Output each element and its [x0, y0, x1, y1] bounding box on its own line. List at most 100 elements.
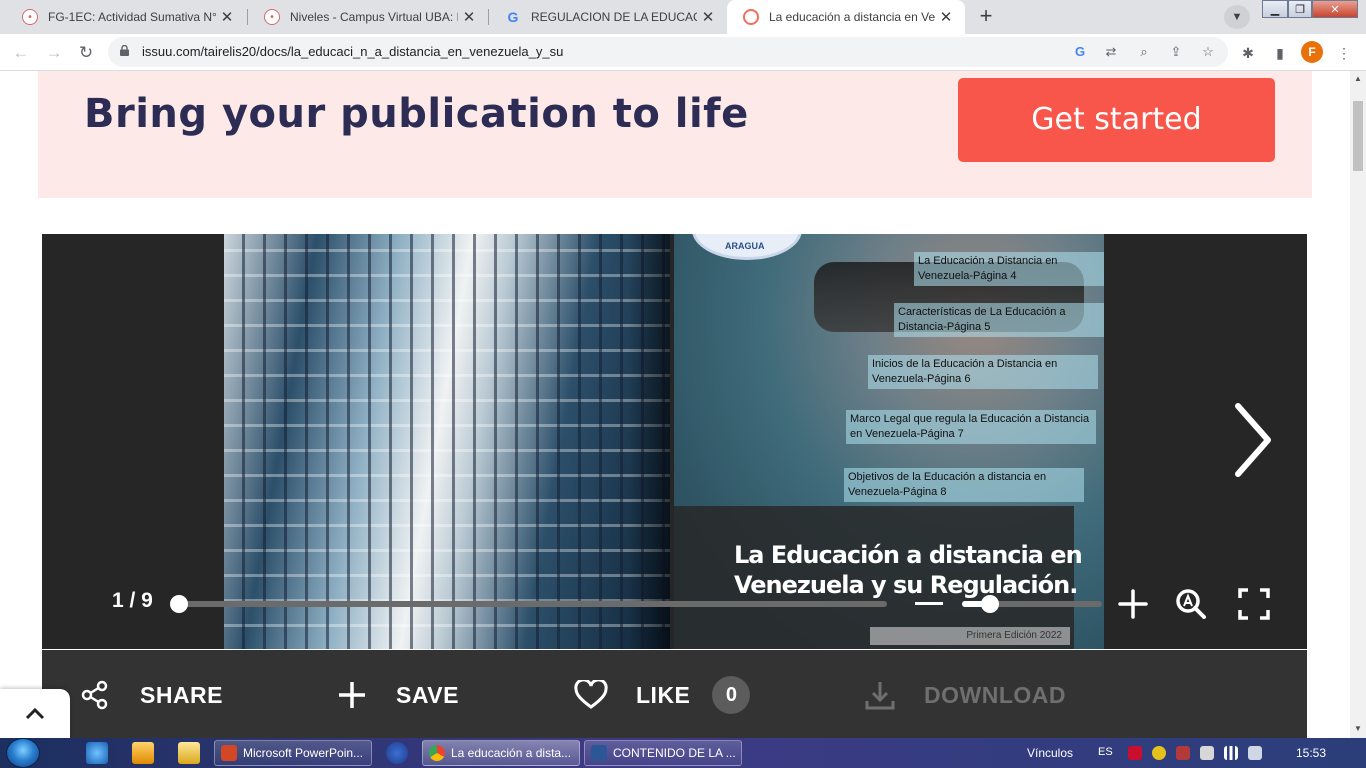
chevron-up-icon: [25, 707, 45, 720]
translate-icon[interactable]: ⇄: [1101, 43, 1121, 61]
close-window-button[interactable]: ✕: [1312, 0, 1358, 18]
zoom-slider-handle[interactable]: [981, 595, 999, 613]
window-controls: ▁ ❐ ✕: [1262, 0, 1358, 18]
forward-button[interactable]: →: [41, 40, 67, 66]
share-button[interactable]: SHARE: [80, 650, 223, 738]
start-button[interactable]: [6, 738, 40, 768]
clock[interactable]: 15:53: [1296, 746, 1326, 760]
device-tray-icon[interactable]: [1200, 746, 1214, 760]
chrome-icon: [429, 745, 445, 761]
heart-icon: [574, 680, 608, 709]
scroll-up-arrow-icon[interactable]: ▲: [1353, 74, 1363, 84]
flash-app-icon[interactable]: [386, 742, 408, 764]
toc-item[interactable]: Objetivos de la Educación a distancia en…: [844, 468, 1084, 502]
zoom-in-plus-icon[interactable]: [1116, 587, 1150, 621]
document-viewer: ARAGUA La Educación a Distancia en Venez…: [42, 234, 1307, 649]
issuu-page: Bring your publication to life Get start…: [0, 71, 1350, 738]
table-of-contents: La Educación a Distancia en Venezuela-Pá…: [674, 234, 1104, 514]
language-indicator[interactable]: ES: [1098, 746, 1113, 758]
tab-actividad-sumativa[interactable]: • FG-1EC: Actividad Sumativa N° 4| ✕: [6, 0, 246, 34]
app-tray-icon[interactable]: [1152, 746, 1166, 760]
download-icon: [865, 682, 895, 710]
ad-headline: Bring your publication to life: [84, 91, 749, 137]
new-tab-button[interactable]: +: [972, 4, 1000, 30]
toc-item[interactable]: Inicios de la Educación a Distancia en V…: [868, 355, 1098, 389]
antivirus-tray-icon[interactable]: [1128, 746, 1142, 760]
get-started-button[interactable]: Get started: [958, 78, 1275, 162]
scroll-to-top-button[interactable]: [0, 689, 70, 738]
document-action-bar: SHARE SAVE LIKE 0 DOWNLOAD: [42, 650, 1307, 738]
plus-icon: [339, 682, 365, 708]
tab-educacion-distancia[interactable]: La educación a distancia en Vene ✕: [727, 0, 965, 34]
taskbar-item-powerpoint[interactable]: Microsoft PowerPoin...: [214, 740, 372, 766]
google-lens-icon[interactable]: G: [1070, 43, 1090, 61]
lock-icon: [120, 45, 129, 56]
taskbar-item-label: CONTENIDO DE LA ...: [613, 746, 736, 760]
toc-item[interactable]: Marco Legal que regula la Educación a Di…: [846, 410, 1096, 444]
browser-menu-icon[interactable]: ⋮: [1334, 43, 1354, 63]
tab-search-button[interactable]: ▼: [1224, 5, 1250, 29]
save-button[interactable]: SAVE: [336, 650, 459, 738]
powerpoint-icon: [221, 745, 237, 761]
share-page-icon[interactable]: ⇪: [1166, 43, 1186, 61]
browser-tab-strip: • FG-1EC: Actividad Sumativa N° 4| ✕ • N…: [0, 0, 1366, 34]
tab-title: REGULACION DE LA EDUCACION: [531, 10, 697, 24]
file-explorer-icon[interactable]: [178, 742, 200, 764]
issuu-favicon-icon: [743, 9, 759, 25]
back-button[interactable]: ←: [8, 40, 34, 66]
flag-tray-icon[interactable]: [1176, 746, 1190, 760]
scroll-down-arrow-icon[interactable]: ▼: [1353, 724, 1363, 734]
browser-toolbar: ← → ↻ issuu.com/tairelis20/docs/la_educa…: [0, 34, 1366, 71]
google-favicon-icon: G: [507, 9, 519, 25]
page-indicator: 1 / 9: [112, 589, 153, 612]
uba-favicon-icon: •: [264, 9, 280, 25]
next-page-chevron-icon[interactable]: [1228, 402, 1274, 478]
download-button[interactable]: DOWNLOAD: [864, 650, 1066, 738]
fullscreen-icon[interactable]: [1237, 587, 1271, 621]
close-tab-icon[interactable]: ✕: [697, 8, 719, 26]
tab-regulacion[interactable]: G REGULACION DE LA EDUCACION ✕: [489, 0, 727, 34]
page-slider-handle[interactable]: [170, 595, 188, 613]
windows-taskbar: Microsoft PowerPoin... La educación a di…: [0, 738, 1366, 768]
tab-title: Niveles - Campus Virtual UBA: Ini: [290, 10, 458, 24]
links-toolbar-label[interactable]: Vínculos: [1027, 746, 1073, 760]
address-bar[interactable]: issuu.com/tairelis20/docs/la_educaci_n_a…: [108, 37, 1228, 67]
extensions-puzzle-icon[interactable]: ✱: [1238, 43, 1258, 63]
zoom-out-button[interactable]: [915, 602, 943, 605]
side-panel-icon[interactable]: ▮: [1270, 43, 1290, 63]
share-icon: [81, 680, 108, 710]
profile-avatar[interactable]: F: [1301, 41, 1323, 63]
internet-explorer-icon[interactable]: [86, 742, 108, 764]
page-scrollbar[interactable]: ▲ ▼: [1350, 71, 1366, 738]
close-tab-icon[interactable]: ✕: [458, 8, 480, 26]
minimize-button[interactable]: ▁: [1262, 0, 1288, 18]
bookmark-star-icon[interactable]: ☆: [1198, 43, 1218, 61]
save-label: SAVE: [396, 681, 459, 708]
url-text[interactable]: issuu.com/tairelis20/docs/la_educaci_n_a…: [142, 44, 563, 59]
toc-item[interactable]: La Educación a Distancia en Venezuela-Pá…: [914, 252, 1104, 286]
tab-campus-virtual[interactable]: • Niveles - Campus Virtual UBA: Ini ✕: [248, 0, 488, 34]
page-slider-track[interactable]: [177, 601, 887, 607]
close-tab-icon[interactable]: ✕: [935, 8, 957, 26]
reload-button[interactable]: ↻: [73, 40, 99, 66]
network-signal-icon[interactable]: [1224, 746, 1238, 760]
uba-favicon-icon: •: [22, 9, 38, 25]
ad-banner[interactable]: Bring your publication to life Get start…: [38, 71, 1312, 198]
share-label: SHARE: [140, 681, 224, 708]
close-tab-icon[interactable]: ✕: [216, 8, 238, 26]
magnifier-zoom-icon[interactable]: [1174, 587, 1208, 621]
taskbar-item-chrome[interactable]: La educación a dista...: [422, 740, 580, 766]
zoom-icon[interactable]: ⌕: [1134, 43, 1154, 61]
like-count-badge: 0: [712, 676, 751, 714]
taskbar-item-label: La educación a dista...: [451, 746, 572, 760]
taskbar-item-label: Microsoft PowerPoin...: [243, 746, 364, 760]
tab-title: FG-1EC: Actividad Sumativa N° 4|: [48, 10, 216, 24]
like-button[interactable]: LIKE 0: [574, 650, 751, 738]
scrollbar-thumb[interactable]: [1353, 101, 1363, 171]
toc-item[interactable]: Características de La Educación a Distan…: [894, 303, 1104, 337]
volume-icon[interactable]: [1248, 746, 1262, 760]
media-player-icon[interactable]: [132, 742, 154, 764]
taskbar-item-word[interactable]: CONTENIDO DE LA ...: [584, 740, 742, 766]
maximize-button[interactable]: ❐: [1288, 0, 1312, 18]
viewer-controls: 1 / 9: [42, 579, 1307, 625]
